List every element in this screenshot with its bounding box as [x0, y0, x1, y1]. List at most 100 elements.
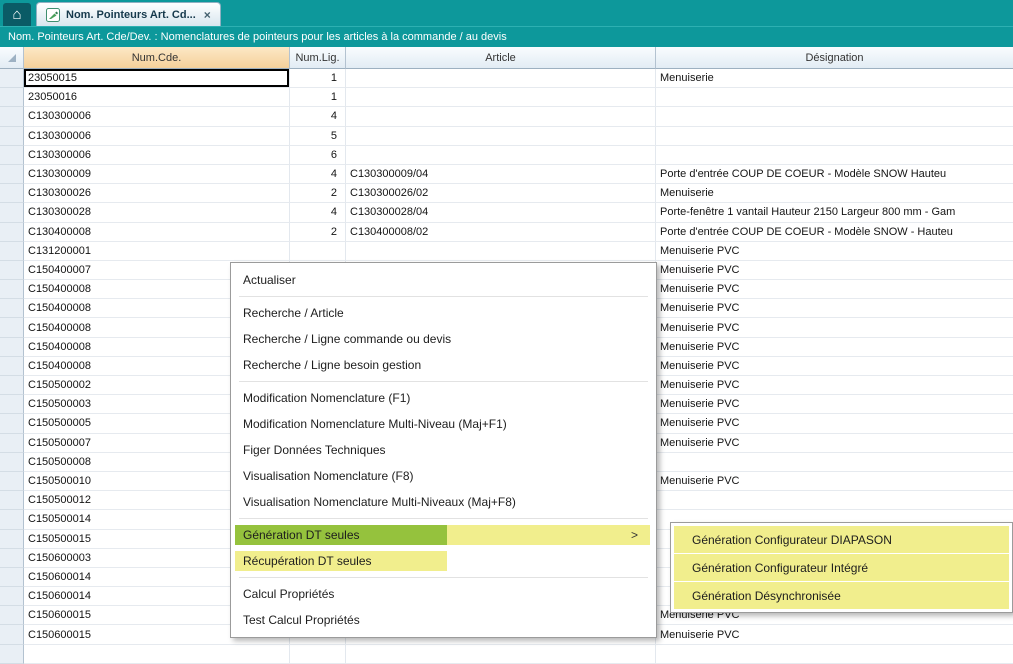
- cell-designation[interactable]: Menuiserie PVC: [656, 357, 1013, 376]
- menu-item-12[interactable]: Génération DT seules>: [231, 522, 656, 548]
- row-selector[interactable]: [0, 587, 24, 606]
- cell-designation[interactable]: [656, 127, 1013, 146]
- column-header-num-cde[interactable]: Num.Cde.: [24, 47, 290, 69]
- row-selector[interactable]: [0, 261, 24, 280]
- row-selector[interactable]: [0, 299, 24, 318]
- cell-num-cde[interactable]: [24, 645, 290, 664]
- cell-designation[interactable]: Menuiserie PVC: [656, 261, 1013, 280]
- cell-designation[interactable]: Porte-fenêtre 1 vantail Hauteur 2150 Lar…: [656, 203, 1013, 222]
- row-selector[interactable]: [0, 223, 24, 242]
- row-selector[interactable]: [0, 165, 24, 184]
- cell-num-lig[interactable]: 1: [290, 88, 346, 107]
- submenu-item-2[interactable]: Génération Désynchronisée: [674, 582, 1009, 609]
- row-selector[interactable]: [0, 69, 24, 88]
- cell-article[interactable]: [346, 127, 656, 146]
- home-tab-button[interactable]: ⌂: [3, 3, 31, 26]
- cell-designation[interactable]: Menuiserie: [656, 69, 1013, 88]
- cell-num-cde[interactable]: C131200001: [24, 242, 290, 261]
- cell-designation[interactable]: Menuiserie PVC: [656, 242, 1013, 261]
- row-selector[interactable]: [0, 203, 24, 222]
- cell-designation[interactable]: Menuiserie PVC: [656, 414, 1013, 433]
- cell-designation[interactable]: Menuiserie PVC: [656, 299, 1013, 318]
- menu-item-9[interactable]: Visualisation Nomenclature (F8): [231, 463, 656, 489]
- cell-designation[interactable]: [656, 645, 1013, 664]
- row-selector[interactable]: [0, 88, 24, 107]
- row-selector[interactable]: [0, 510, 24, 529]
- menu-item-15[interactable]: Calcul Propriétés: [231, 581, 656, 607]
- column-header-num-lig[interactable]: Num.Lig.: [290, 47, 346, 69]
- cell-num-cde[interactable]: C130300006: [24, 146, 290, 165]
- row-selector[interactable]: [0, 453, 24, 472]
- tab-close-icon[interactable]: ×: [204, 8, 211, 22]
- row-selector[interactable]: [0, 472, 24, 491]
- row-selector[interactable]: [0, 645, 24, 664]
- cell-designation[interactable]: Menuiserie PVC: [656, 395, 1013, 414]
- row-selector[interactable]: [0, 549, 24, 568]
- cell-designation[interactable]: Porte d'entrée COUP DE COEUR - Modèle SN…: [656, 223, 1013, 242]
- cell-num-lig[interactable]: 4: [290, 107, 346, 126]
- menu-item-7[interactable]: Modification Nomenclature Multi-Niveau (…: [231, 411, 656, 437]
- row-selector[interactable]: [0, 146, 24, 165]
- cell-article[interactable]: C130300028/04: [346, 203, 656, 222]
- row-selector[interactable]: [0, 395, 24, 414]
- row-selector[interactable]: [0, 568, 24, 587]
- cell-num-cde[interactable]: C130300028: [24, 203, 290, 222]
- cell-num-cde[interactable]: C130300006: [24, 107, 290, 126]
- cell-designation[interactable]: [656, 88, 1013, 107]
- tab-nom-pointeurs[interactable]: Nom. Pointeurs Art. Cd... ×: [36, 2, 221, 26]
- row-selector[interactable]: [0, 414, 24, 433]
- row-selector[interactable]: [0, 606, 24, 625]
- row-selector[interactable]: [0, 491, 24, 510]
- cell-num-lig[interactable]: 6: [290, 146, 346, 165]
- row-selector[interactable]: [0, 530, 24, 549]
- cell-num-lig[interactable]: 4: [290, 165, 346, 184]
- row-selector[interactable]: [0, 184, 24, 203]
- row-selector[interactable]: [0, 127, 24, 146]
- cell-article[interactable]: [346, 69, 656, 88]
- cell-num-cde[interactable]: 23050016: [24, 88, 290, 107]
- submenu-item-0[interactable]: Génération Configurateur DIAPASON: [674, 526, 1009, 553]
- menu-item-13[interactable]: Récupération DT seules: [231, 548, 656, 574]
- cell-designation[interactable]: Menuiserie PVC: [656, 472, 1013, 491]
- cell-designation[interactable]: [656, 107, 1013, 126]
- cell-article[interactable]: C130300026/02: [346, 184, 656, 203]
- row-selector[interactable]: [0, 625, 24, 644]
- cell-article[interactable]: C130400008/02: [346, 223, 656, 242]
- cell-num-lig[interactable]: 2: [290, 184, 346, 203]
- cell-designation[interactable]: [656, 146, 1013, 165]
- cell-num-cde[interactable]: C130300026: [24, 184, 290, 203]
- row-selector[interactable]: [0, 376, 24, 395]
- menu-item-3[interactable]: Recherche / Ligne commande ou devis: [231, 326, 656, 352]
- cell-num-cde[interactable]: C130300009: [24, 165, 290, 184]
- cell-designation[interactable]: Menuiserie PVC: [656, 338, 1013, 357]
- menu-item-2[interactable]: Recherche / Article: [231, 300, 656, 326]
- column-header-article[interactable]: Article: [346, 47, 656, 69]
- cell-designation[interactable]: Menuiserie PVC: [656, 376, 1013, 395]
- cell-designation[interactable]: Menuiserie PVC: [656, 625, 1013, 644]
- menu-item-8[interactable]: Figer Données Techniques: [231, 437, 656, 463]
- cell-designation[interactable]: [656, 491, 1013, 510]
- cell-num-cde[interactable]: C130400008: [24, 223, 290, 242]
- cell-num-cde[interactable]: 23050015: [24, 69, 290, 88]
- row-selector[interactable]: [0, 318, 24, 337]
- cell-num-lig[interactable]: 1: [290, 69, 346, 88]
- menu-item-6[interactable]: Modification Nomenclature (F1): [231, 385, 656, 411]
- cell-article[interactable]: C130300009/04: [346, 165, 656, 184]
- menu-item-10[interactable]: Visualisation Nomenclature Multi-Niveaux…: [231, 489, 656, 515]
- cell-num-cde[interactable]: C130300006: [24, 127, 290, 146]
- grid-corner-cell[interactable]: [0, 47, 24, 69]
- row-selector[interactable]: [0, 357, 24, 376]
- column-header-designation[interactable]: Désignation: [656, 47, 1013, 69]
- cell-article[interactable]: [346, 146, 656, 165]
- cell-designation[interactable]: Menuiserie: [656, 184, 1013, 203]
- cell-num-lig[interactable]: [290, 645, 346, 664]
- cell-designation[interactable]: Menuiserie PVC: [656, 280, 1013, 299]
- row-selector[interactable]: [0, 280, 24, 299]
- cell-designation[interactable]: Menuiserie PVC: [656, 318, 1013, 337]
- cell-num-lig[interactable]: [290, 242, 346, 261]
- cell-designation[interactable]: Porte d'entrée COUP DE COEUR - Modèle SN…: [656, 165, 1013, 184]
- row-selector[interactable]: [0, 338, 24, 357]
- cell-num-lig[interactable]: 4: [290, 203, 346, 222]
- cell-num-lig[interactable]: 5: [290, 127, 346, 146]
- row-selector[interactable]: [0, 107, 24, 126]
